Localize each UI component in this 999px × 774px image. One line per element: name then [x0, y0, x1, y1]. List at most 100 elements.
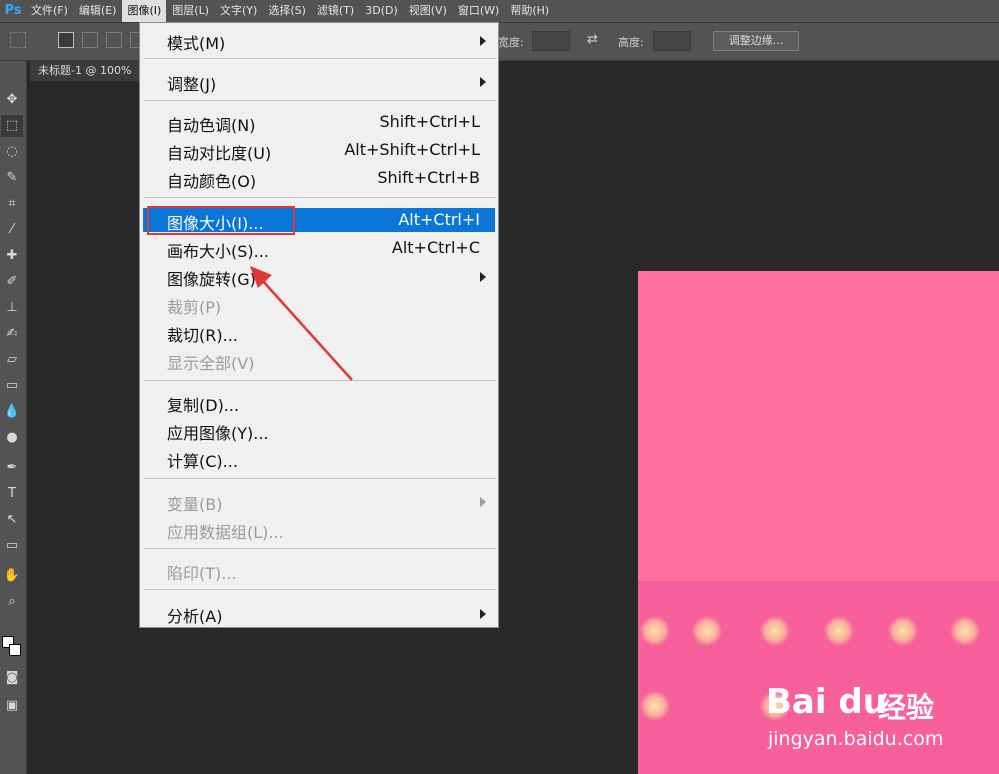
menu-item-label: 自动色调(N) [167, 116, 256, 135]
new-selection-icon[interactable] [58, 32, 74, 48]
menu-item-label: 裁切(R)... [167, 326, 238, 345]
stamp-tool-icon[interactable]: ⊥ [1, 297, 23, 319]
menu-item-label: 显示全部(V) [167, 354, 255, 373]
eyedropper-icon[interactable]: ⁄ [1, 219, 23, 241]
submenu-arrow-icon [480, 497, 486, 507]
pattern-dot [640, 691, 670, 721]
menu-item-duplicate[interactable]: 复制(D)... [143, 390, 495, 415]
menu-item-label: 图像旋转(G) [167, 270, 256, 289]
baidu-logo: Bai du [766, 682, 887, 722]
menu-3d[interactable]: 3D(D) [360, 0, 403, 22]
crop-tool-icon[interactable]: ⌗ [1, 193, 23, 215]
submenu-arrow-icon [480, 36, 486, 46]
submenu-arrow-icon [480, 609, 486, 619]
healing-brush-icon[interactable]: ✚ [1, 245, 23, 267]
eraser-tool-icon[interactable]: ▱ [1, 349, 23, 371]
marquee-tool-icon[interactable]: ⬚ [1, 115, 23, 137]
menu-item-image-rotation[interactable]: 图像旋转(G) [143, 264, 495, 289]
menu-edit[interactable]: 编辑(E) [74, 0, 122, 22]
background-color-swatch[interactable] [9, 644, 21, 656]
history-brush-icon[interactable]: ✍ [1, 323, 23, 345]
menu-item-trap[interactable]: 陷印(T)... [143, 558, 495, 583]
pen-tool-icon[interactable]: ✒ [1, 457, 23, 479]
menu-item-label: 应用数据组(L)... [167, 523, 284, 542]
zoom-tool-icon[interactable]: ⌕ [1, 591, 23, 613]
menu-separator [144, 197, 496, 198]
menu-separator [144, 589, 496, 590]
menu-item-auto-color[interactable]: 自动颜色(O) Shift+Ctrl+B [143, 166, 495, 191]
image-menu-dropdown: 模式(M) 调整(J) 自动色调(N) Shift+Ctrl+L 自动对比度(U… [139, 22, 499, 628]
width-label: 宽度: [498, 36, 524, 49]
menu-item-auto-contrast[interactable]: 自动对比度(U) Alt+Shift+Ctrl+L [143, 138, 495, 163]
menu-item-label: 调整(J) [167, 75, 217, 94]
pattern-dot [760, 616, 790, 646]
path-select-icon[interactable]: ↖ [1, 509, 23, 531]
menu-item-label: 裁剪(P) [167, 298, 222, 317]
height-field[interactable] [653, 31, 691, 51]
menu-layer[interactable]: 图层(L) [167, 0, 214, 22]
menu-select[interactable]: 选择(S) [263, 0, 311, 22]
hand-tool-icon[interactable]: ✋ [1, 565, 23, 587]
menu-item-apply-image[interactable]: 应用图像(Y)... [143, 418, 495, 443]
lasso-tool-icon[interactable]: ◌ [1, 141, 23, 163]
baidu-jingyan-watermark: Bai du 经验 jingyan.baidu.com [760, 668, 960, 754]
menu-item-label: 画布大小(S)... [167, 242, 269, 261]
menu-item-apply-data-set[interactable]: 应用数据组(L)... [143, 517, 495, 542]
menu-image[interactable]: 图像(I) [122, 0, 167, 22]
menu-item-reveal-all[interactable]: 显示全部(V) [143, 348, 495, 373]
jingyan-text: 经验 [878, 691, 935, 724]
tools-panel: ✥ ⬚ ◌ ✎ ⌗ ⁄ ✚ ✐ ⊥ ✍ ▱ ▭ 💧 ● ✒ T ↖ ▭ ✋ ⌕ … [0, 61, 27, 774]
menu-item-label: 自动对比度(U) [167, 144, 272, 163]
screen-mode-icon[interactable]: ▣ [1, 695, 23, 717]
menu-item-shortcut: Alt+Ctrl+I [398, 210, 480, 229]
menu-item-trim[interactable]: 裁切(R)... [143, 320, 495, 345]
menu-item-shortcut: Shift+Ctrl+B [377, 168, 480, 187]
type-tool-icon[interactable]: T [1, 483, 23, 505]
menu-item-canvas-size[interactable]: 画布大小(S)... Alt+Ctrl+C [143, 236, 495, 261]
refine-edge-button[interactable]: 调整边缘... [713, 31, 799, 51]
menu-item-calculations[interactable]: 计算(C)... [143, 446, 495, 471]
menu-type[interactable]: 文字(Y) [215, 0, 262, 22]
pattern-dot [640, 616, 670, 646]
menu-separator [144, 380, 496, 381]
menu-separator [144, 478, 496, 479]
marquee-preset-icon[interactable] [10, 32, 26, 48]
gradient-tool-icon[interactable]: ▭ [1, 375, 23, 397]
menu-separator [144, 100, 496, 101]
menu-bar: Ps 文件(F) 编辑(E) 图像(I) 图层(L) 文字(Y) 选择(S) 滤… [0, 0, 999, 23]
menu-item-shortcut: Alt+Ctrl+C [391, 238, 480, 257]
shape-tool-icon[interactable]: ▭ [1, 535, 23, 557]
menu-item-label: 应用图像(Y)... [167, 424, 269, 443]
menu-item-adjustments[interactable]: 调整(J) [143, 69, 495, 94]
add-selection-icon[interactable] [82, 32, 98, 48]
menu-filter[interactable]: 滤镜(T) [312, 0, 359, 22]
move-tool-icon[interactable]: ✥ [1, 89, 23, 111]
menu-item-crop[interactable]: 裁剪(P) [143, 292, 495, 317]
blur-tool-icon[interactable]: 💧 [1, 401, 23, 423]
menu-item-mode[interactable]: 模式(M) [143, 28, 495, 53]
pattern-dot [888, 616, 918, 646]
menu-item-analysis[interactable]: 分析(A) [143, 601, 495, 626]
swap-icon[interactable]: ⇄ [587, 32, 598, 47]
document-tab[interactable]: 未标题-1 @ 100% [30, 61, 140, 81]
brush-tool-icon[interactable]: ✐ [1, 271, 23, 293]
menu-window[interactable]: 窗口(W) [453, 0, 504, 22]
menu-file[interactable]: 文件(F) [26, 0, 73, 22]
menu-separator [144, 58, 496, 59]
submenu-arrow-icon [480, 77, 486, 87]
quick-select-icon[interactable]: ✎ [1, 167, 23, 189]
width-field[interactable] [532, 31, 570, 51]
menu-item-variables[interactable]: 变量(B) [143, 489, 495, 514]
menu-view[interactable]: 视图(V) [404, 0, 452, 22]
pattern-dot [950, 616, 980, 646]
annotation-highlight-box [147, 206, 295, 235]
menu-item-auto-tone[interactable]: 自动色调(N) Shift+Ctrl+L [143, 110, 495, 135]
height-label: 高度: [618, 36, 644, 49]
menu-help[interactable]: 帮助(H) [505, 0, 554, 22]
subtract-selection-icon[interactable] [106, 32, 122, 48]
pattern-dot [692, 616, 722, 646]
menu-item-shortcut: Shift+Ctrl+L [379, 112, 480, 131]
quick-mask-icon[interactable]: ◙ [1, 667, 23, 689]
menu-item-label: 陷印(T)... [167, 564, 237, 583]
dodge-tool-icon[interactable]: ● [1, 427, 23, 449]
